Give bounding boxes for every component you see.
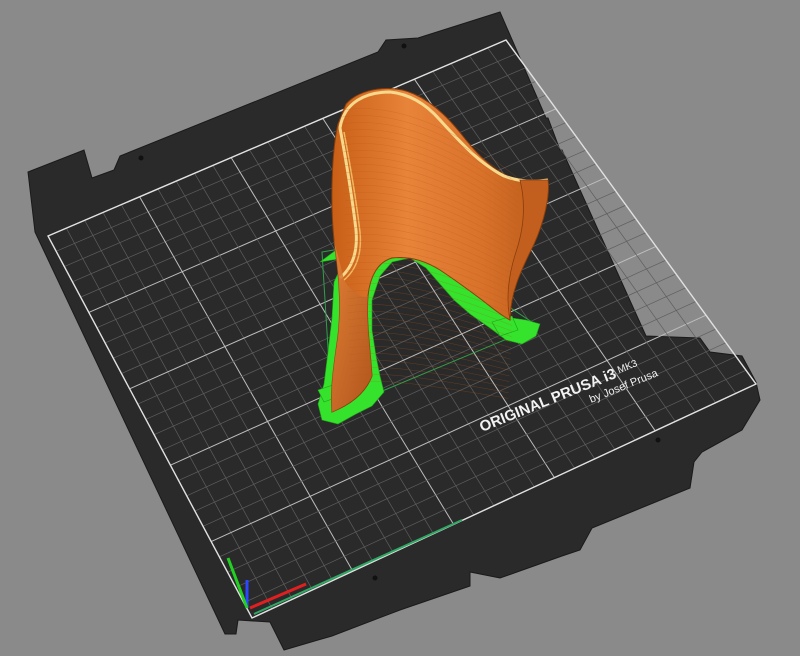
bed-hole bbox=[372, 575, 378, 581]
3d-viewport[interactable]: ORIGINAL PRUSA i3 MK3 by Josef Prusa bbox=[0, 0, 800, 656]
scene-canvas[interactable]: ORIGINAL PRUSA i3 MK3 by Josef Prusa bbox=[0, 0, 800, 656]
bed-hole bbox=[401, 43, 407, 49]
bed-hole bbox=[655, 437, 661, 443]
bed-hole bbox=[138, 155, 144, 161]
